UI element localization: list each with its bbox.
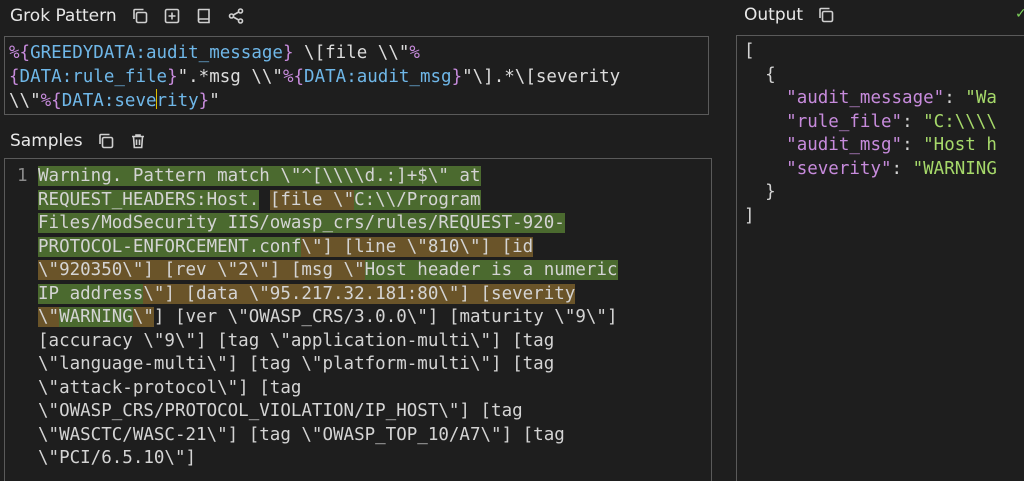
match-highlight: WARNING [59,307,133,327]
pattern-token: %{ [282,67,305,87]
sample-text-segment: ] [ver \"OWASP_CRS/3.0.0\"] [maturity \"… [153,307,618,327]
output-viewer[interactable]: [ { "audit_message": "Wa "rule_file": "C… [736,35,1024,481]
pattern-token: } [282,43,294,63]
book-icon[interactable] [195,7,213,25]
match-highlight: Files/ModSecurity IIS/owasp_crs/rules/RE… [38,213,565,233]
pattern-token: } [198,91,210,111]
sample-text-segment: \"attack-protocol\"] [tag [38,377,302,398]
pattern-token: \[file \\" [293,43,410,63]
json-fields: "audit_message": "Wa "rule_file": "C:\\\… [786,88,997,179]
sample-text[interactable]: Warning. Pattern match \"^[\\\\d.:]+$\" … [38,165,710,471]
json-close-brace: } [765,182,776,202]
json-key: "audit_msg" [786,135,903,155]
sample-text-segment: \"WASCTC/WASC-21\"] [tag \"OWASP_TOP_10/… [38,424,565,445]
pattern-token: GREEDYDATA:audit_message [30,43,283,63]
match-highlight: \"] [data \"95.217.32.181:80\"] [severit… [143,283,576,304]
pattern-token: ".*msg \\" [177,67,283,87]
add-icon[interactable] [163,7,181,25]
match-highlight: Host header is a numeric [364,260,618,280]
json-key: "severity" [786,158,892,179]
line-number: 1 [17,166,28,186]
match-highlight: Warning. Pattern match \"^[\\\\d.:]+$\" … [38,166,481,186]
pattern-token: %{ [40,91,62,111]
match-highlight: C:\\/Program [354,189,481,210]
match-highlight: [file \" [269,189,355,210]
json-open-bracket: [ [744,41,755,61]
json-value: "WARNING [912,158,997,179]
match-highlight: \"] [line \"810\"] [id [301,236,534,257]
pattern-token: } [451,67,463,87]
samples-header: Samples [10,126,147,156]
pattern-token: \\" [9,91,41,111]
sample-text-segment: \"language-multi\"] [tag \"platform-mult… [38,354,555,374]
pattern-token: { [9,67,20,87]
sample-text-segment: [accuracy \"9\"] [tag \"application-mult… [38,330,555,351]
json-key: "rule_file" [786,111,903,132]
match-highlight: IP address [38,283,144,304]
json-value: "Host h [923,135,997,155]
output-title: Output [744,5,804,25]
sample-text-segment [259,190,270,210]
pattern-token: DATA:rule_file [19,67,168,87]
pattern-token: DATA:seve [61,91,157,111]
copy-icon[interactable] [97,132,115,150]
copy-icon[interactable] [817,6,835,24]
match-highlight: PROTOCOL-ENFORCEMENT.conf [38,236,302,257]
samples-editor[interactable]: 1 Warning. Pattern match \"^[\\\\d.:]+$\… [4,158,712,481]
samples-title: Samples [10,131,83,151]
json-value: "C:\\\\ [923,111,997,132]
json-open-brace: { [765,64,776,85]
grok-pattern-header: Grok Pattern [10,1,245,31]
grok-pattern-input[interactable]: %{GREEDYDATA:audit_message} \[file \\"% … [4,36,709,115]
output-header: Output [744,0,835,30]
share-icon[interactable] [227,7,245,25]
trash-icon[interactable] [129,132,147,150]
match-highlight: \"920350\"] [rev \"2\"] [msg \" [38,260,365,280]
match-highlight: REQUEST_HEADERS:Host. [38,189,260,210]
pattern-token: %{ [9,43,31,63]
match-highlight: \" [132,307,154,327]
pattern-token: rity [156,91,199,111]
pattern-token: DATA:audit_msg [304,67,452,87]
pattern-token: } [167,67,178,87]
json-close-bracket: ] [744,205,755,226]
pattern-token: " [209,91,220,111]
json-key: "audit_message" [786,88,945,108]
pattern-token: % [409,43,420,63]
copy-icon[interactable] [131,7,149,25]
json-value: "Wa [965,88,997,108]
sample-text-segment: \"OWASP_CRS/PROTOCOL_VIOLATION/IP_HOST\"… [38,401,523,421]
pattern-token: "\].*\[severity [462,67,621,87]
check-icon: ✓ [1015,6,1024,22]
sample-text-segment: \"PCI/6.5.10\"] [38,448,197,468]
match-highlight: \" [38,307,60,327]
grok-pattern-title: Grok Pattern [10,6,117,26]
